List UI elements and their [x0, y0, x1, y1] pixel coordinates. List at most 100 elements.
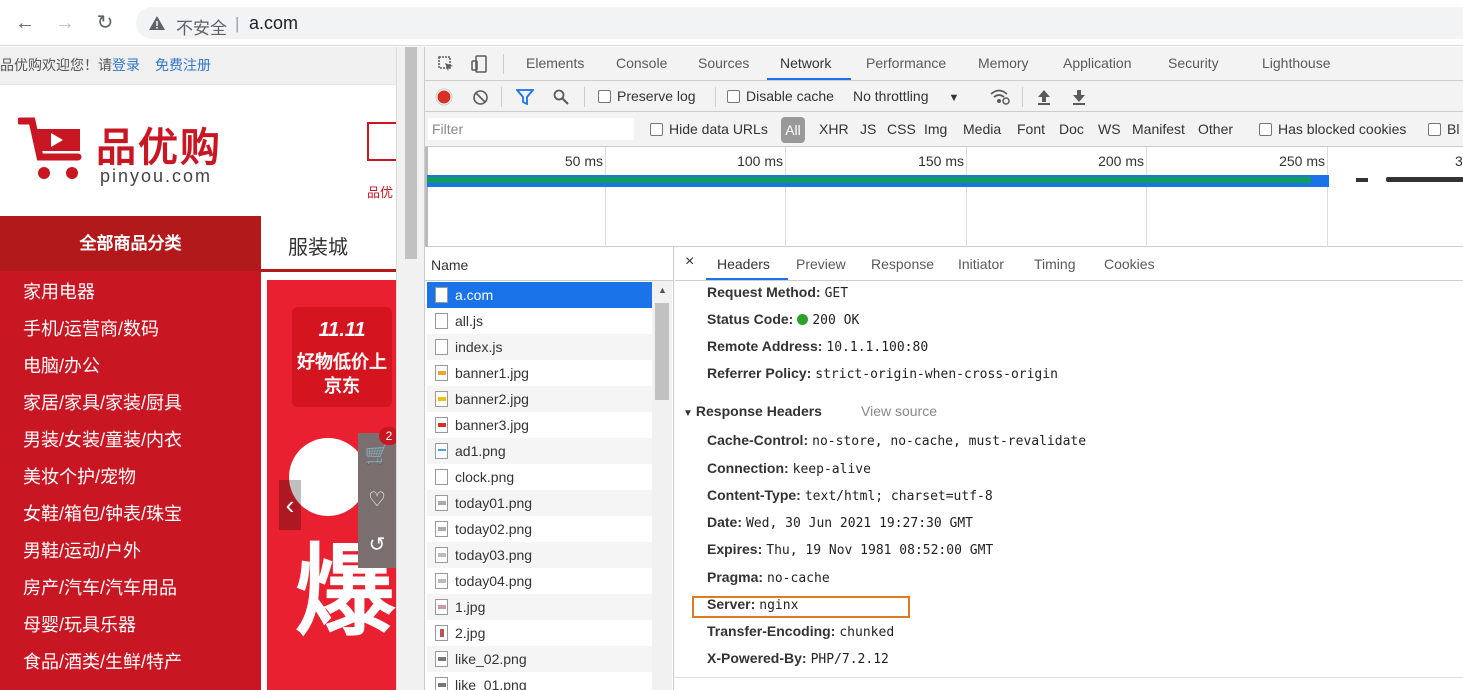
request-row[interactable]: like_02.png [427, 646, 652, 672]
category-item[interactable]: 电脑/办公 [23, 352, 100, 378]
search-icon[interactable] [553, 89, 569, 105]
throttling-select[interactable]: No throttling ▼ [853, 88, 959, 104]
tab-preview[interactable]: Preview [796, 256, 846, 272]
request-list-scrollbar[interactable]: ▲ [652, 281, 672, 690]
request-list-scroll-thumb[interactable] [655, 303, 669, 400]
register-link[interactable]: 免费注册 [155, 57, 211, 73]
heart-icon[interactable]: ♡ [358, 478, 396, 522]
request-row[interactable]: index.js [427, 334, 652, 360]
request-row[interactable]: today03.png [427, 542, 652, 568]
nav-tab-clothing[interactable]: 服装城 [288, 231, 348, 260]
tab-memory[interactable]: Memory [978, 55, 1029, 71]
forward-arrow-icon[interactable]: → [51, 9, 79, 37]
history-icon[interactable]: ↺ [358, 523, 396, 567]
clear-icon[interactable] [472, 89, 489, 106]
tab-console[interactable]: Console [616, 55, 667, 71]
category-item[interactable]: 男鞋/运动/户外 [23, 537, 141, 563]
request-row[interactable]: today02.png [427, 516, 652, 542]
page-scroll-thumb[interactable] [405, 47, 417, 259]
filter-manifest[interactable]: Manifest [1132, 121, 1185, 137]
url-text[interactable]: a.com [249, 13, 298, 34]
request-row[interactable]: 1.jpg [427, 594, 652, 620]
tab-security[interactable]: Security [1168, 55, 1219, 71]
request-row[interactable]: banner1.jpg [427, 360, 652, 386]
warning-icon[interactable] [148, 14, 166, 32]
tab-application[interactable]: Application [1063, 55, 1132, 71]
tab-performance[interactable]: Performance [866, 55, 946, 71]
category-item[interactable]: 母婴/玩具乐器 [23, 611, 136, 637]
has-blocked-cookies-checkbox[interactable]: Has blocked cookies [1259, 121, 1406, 137]
filter-media[interactable]: Media [963, 121, 1001, 137]
back-arrow-icon[interactable]: ← [11, 9, 39, 37]
banner-prev-arrow-icon[interactable]: ‹ [279, 480, 301, 530]
request-row[interactable]: banner2.jpg [427, 386, 652, 412]
checkbox-box[interactable] [1259, 123, 1272, 136]
filter-other[interactable]: Other [1198, 121, 1233, 137]
request-row[interactable]: today04.png [427, 568, 652, 594]
filter-img[interactable]: Img [924, 121, 947, 137]
request-list-header[interactable]: Name [425, 247, 673, 281]
category-item[interactable]: 男装/女装/童装/内衣 [23, 426, 182, 452]
export-har-icon[interactable] [1071, 88, 1087, 106]
category-item[interactable]: 房产/汽车/汽车用品 [23, 574, 177, 600]
request-row[interactable]: clock.png [427, 464, 652, 490]
filter-font[interactable]: Font [1017, 121, 1045, 137]
category-item[interactable]: 手机/运营商/数码 [23, 315, 159, 341]
filter-input[interactable]: Filter [428, 118, 634, 140]
request-row[interactable]: like_01.png [427, 672, 652, 690]
filter-xhr[interactable]: XHR [819, 121, 849, 137]
request-row[interactable]: banner3.jpg [427, 412, 652, 438]
category-item[interactable]: 美妆个护/宠物 [23, 463, 136, 489]
checkbox-box[interactable] [1428, 123, 1441, 136]
preserve-log-checkbox[interactable]: Preserve log [598, 88, 696, 104]
category-item[interactable]: 食品/酒类/生鲜/特产 [23, 648, 182, 674]
section-divider [675, 677, 1463, 678]
blocked-requests-checkbox[interactable]: Bl [1428, 121, 1459, 137]
checkbox-box[interactable] [650, 123, 663, 136]
network-overview-timeline[interactable]: 50 ms 100 ms 150 ms 200 ms 250 ms 3 [425, 147, 1463, 247]
checkbox-box[interactable] [598, 90, 611, 103]
request-row[interactable]: ad1.png [427, 438, 652, 464]
login-link[interactable]: 登录 [112, 57, 140, 73]
filter-css[interactable]: CSS [887, 121, 916, 137]
tab-sources[interactable]: Sources [698, 55, 749, 71]
general-header-row: Referrer Policy: strict-origin-when-cross… [707, 365, 1058, 382]
filter-all-button[interactable]: All [781, 117, 805, 143]
tab-elements[interactable]: Elements [526, 55, 584, 71]
network-conditions-icon[interactable] [989, 88, 1011, 106]
import-har-icon[interactable] [1036, 88, 1052, 106]
hide-data-urls-checkbox[interactable]: Hide data URLs [650, 121, 768, 137]
request-row[interactable]: 2.jpg [427, 620, 652, 646]
page-scrollbar[interactable]: ▲ [396, 47, 424, 690]
filter-doc[interactable]: Doc [1059, 121, 1084, 137]
address-bar[interactable]: 不安全 | a.com [136, 7, 1463, 39]
filter-ws[interactable]: WS [1098, 121, 1121, 137]
category-item[interactable]: 家用电器 [23, 278, 95, 304]
filter-icon[interactable] [516, 89, 534, 105]
tab-lighthouse[interactable]: Lighthouse [1262, 55, 1331, 71]
tab-initiator[interactable]: Initiator [958, 256, 1004, 272]
reload-icon[interactable]: ↻ [91, 9, 119, 37]
site-search-input[interactable] [367, 122, 396, 161]
disable-cache-checkbox[interactable]: Disable cache [727, 88, 834, 104]
request-row[interactable]: today01.png [427, 490, 652, 516]
filter-js[interactable]: JS [860, 121, 876, 137]
tab-headers[interactable]: Headers [717, 256, 770, 272]
scroll-up-icon[interactable]: ▲ [658, 285, 667, 295]
request-row[interactable]: all.js [427, 308, 652, 334]
tab-timing[interactable]: Timing [1034, 256, 1076, 272]
tab-network[interactable]: Network [780, 55, 831, 71]
category-item[interactable]: 女鞋/箱包/钟表/珠宝 [23, 500, 182, 526]
request-row[interactable]: a.com [427, 282, 652, 308]
close-icon[interactable]: × [685, 253, 694, 271]
tab-response[interactable]: Response [871, 256, 934, 272]
view-source-link[interactable]: View source [861, 403, 937, 419]
category-item[interactable]: 家居/家具/家装/厨具 [23, 389, 182, 415]
inspect-element-icon[interactable] [438, 56, 455, 73]
record-icon[interactable] [435, 88, 453, 106]
checkbox-box[interactable] [727, 90, 740, 103]
all-categories-header[interactable]: 全部商品分类 [0, 216, 261, 271]
tab-cookies[interactable]: Cookies [1104, 256, 1155, 272]
response-headers-section[interactable]: ▼ Response Headers [683, 403, 822, 419]
device-toolbar-icon[interactable] [471, 55, 489, 73]
